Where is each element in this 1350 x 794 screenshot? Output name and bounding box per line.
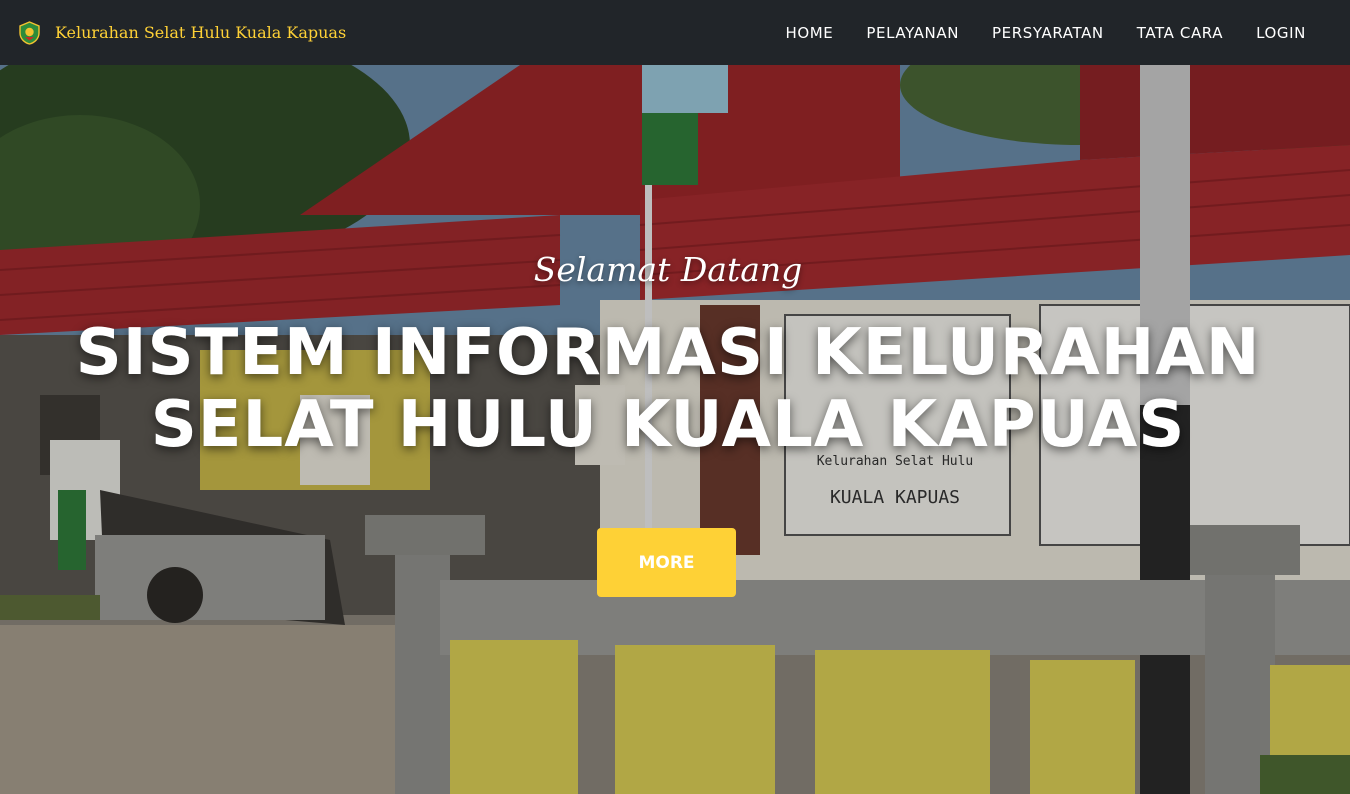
hero-title-line-2: SELAT HULU KUALA KAPUAS [150, 388, 1186, 462]
nav-item-pelayanan[interactable]: PELAYANAN [866, 24, 959, 42]
nav-item-persyaratan[interactable]: PERSYARATAN [992, 24, 1104, 42]
nav-item-tata-cara[interactable]: TATA CARA [1137, 24, 1223, 42]
nav-item-home[interactable]: HOME [785, 24, 833, 42]
navbar: Kelurahan Selat Hulu Kuala Kapuas HOME P… [0, 0, 1350, 65]
hero-title: SISTEM INFORMASI KELURAHAN SELAT HULU KU… [0, 317, 1336, 461]
hero-title-line-1: SISTEM INFORMASI KELURAHAN [75, 316, 1261, 390]
nav-item-login[interactable]: LOGIN [1256, 24, 1306, 42]
brand-name: Kelurahan Selat Hulu Kuala Kapuas [55, 23, 347, 42]
hero-section: Kelurahan Selat Hulu KUALA KAPUAS Selama… [0, 65, 1350, 794]
more-button[interactable]: MORE [597, 528, 736, 597]
brand-link[interactable]: Kelurahan Selat Hulu Kuala Kapuas [18, 0, 346, 65]
kelurahan-emblem-icon [19, 20, 40, 45]
main-nav: HOME PELAYANAN PERSYARATAN TATA CARA LOG… [785, 0, 1306, 65]
hero-subtitle: Selamat Datang [533, 250, 803, 289]
